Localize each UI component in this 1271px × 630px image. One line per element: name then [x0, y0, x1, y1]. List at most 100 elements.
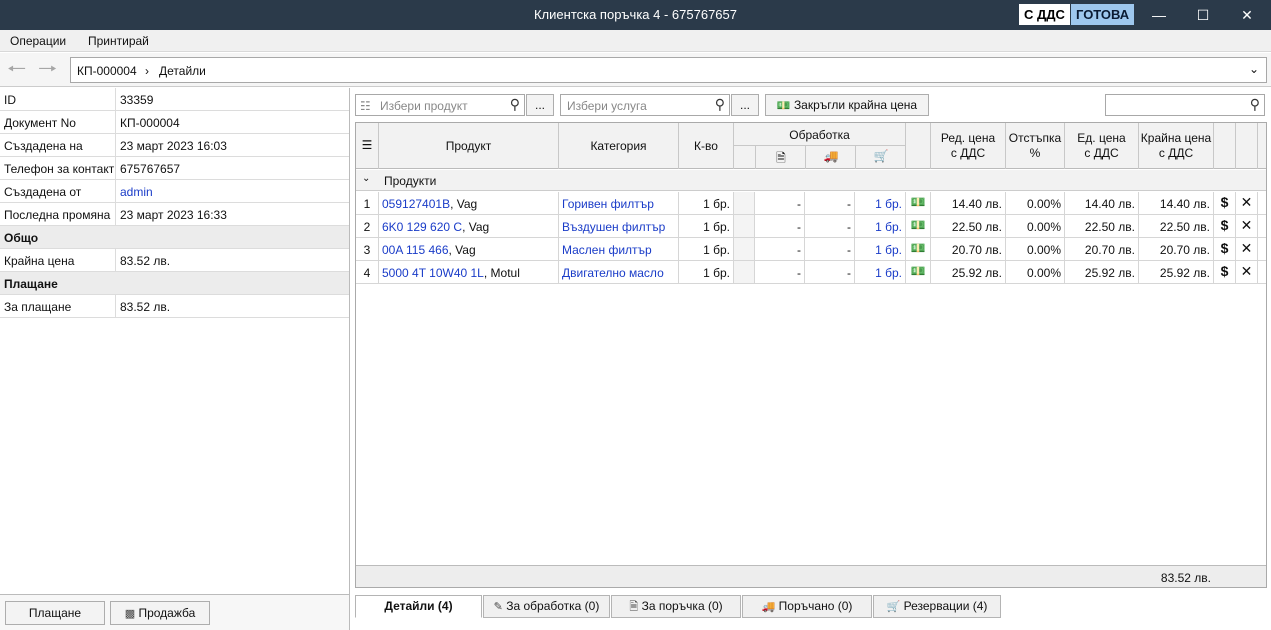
reserved-link[interactable]: 1 бр. — [855, 215, 906, 237]
column-action-icon — [906, 123, 931, 169]
nav-bar: 🠐 🠒 КП-000004 › Детайли ⌄ — [0, 53, 1271, 87]
chevron-down-icon[interactable]: ⌄ — [1249, 62, 1259, 76]
close-icon[interactable]: ✕ — [1224, 0, 1270, 30]
grid-search-input[interactable]: ⚲ — [1105, 94, 1265, 116]
menu-operations[interactable]: Операции — [10, 34, 66, 48]
ordered-cell: - — [805, 238, 855, 260]
column-reg-price[interactable]: Ред. цена с ДДС — [931, 123, 1006, 169]
forward-arrow-icon[interactable]: 🠒 — [38, 58, 57, 80]
dollar-icon[interactable]: $ — [1214, 192, 1236, 214]
sale-button[interactable]: ▩ Продажба — [110, 601, 210, 625]
vat-badge[interactable]: С ДДС — [1019, 4, 1070, 25]
ordered-cell: - — [805, 261, 855, 283]
price-tag-icon[interactable]: 💵 — [906, 238, 931, 260]
pay-button[interactable]: Плащане — [5, 601, 105, 625]
column-unit-price[interactable]: Ед. цена с ДДС — [1065, 123, 1139, 169]
dollar-icon[interactable]: $ — [1214, 238, 1236, 260]
processing-cell: - — [755, 261, 805, 283]
group-row-products[interactable]: ⌄ Продукти — [356, 170, 1266, 191]
column-final-price[interactable]: Крайна цена с ДДС — [1139, 123, 1214, 169]
column-price-action — [1214, 123, 1236, 169]
info-value: 23 март 2023 16:03 — [120, 139, 227, 153]
service-search-input[interactable]: Избери услуга ⚲ — [560, 94, 730, 116]
table-row[interactable]: 2 6K0 129 620 C, Vag Въздушен филтър 1 бр. -… — [356, 215, 1266, 238]
category-link[interactable]: Горивен филтър — [559, 192, 679, 214]
category-link[interactable]: Маслен филтър — [559, 238, 679, 260]
qty-cell: 1 бр. — [679, 261, 734, 283]
products-grid: ☰ Продукт Категория К-во Обработка 🗎 🚚 🛒… — [355, 122, 1267, 588]
minimize-icon[interactable]: — — [1136, 0, 1182, 30]
delete-icon[interactable]: ✕ — [1236, 261, 1258, 283]
reserved-link[interactable]: 1 бр. — [855, 192, 906, 214]
search-icon[interactable]: ⚲ — [715, 96, 725, 113]
column-discount[interactable]: Отстъпка% — [1006, 123, 1065, 169]
creator-link[interactable]: admin — [120, 185, 153, 199]
product-browse-button[interactable]: ... — [526, 94, 554, 116]
tab-reservations[interactable]: 🛒 Резервации (4) — [873, 595, 1001, 618]
price-tag-icon[interactable]: 💵 — [906, 192, 931, 214]
menu-print[interactable]: Принтирай — [88, 34, 149, 48]
search-icon[interactable]: ⚲ — [1250, 96, 1260, 113]
group-label: Продукти — [384, 174, 437, 188]
final-price-cell: 22.50 лв. — [1139, 215, 1214, 237]
info-label: Създадена от — [4, 185, 82, 199]
maximize-icon[interactable]: ☐ — [1180, 0, 1226, 30]
info-value: 675767657 — [120, 162, 181, 176]
round-price-label: Закръгли крайна цена — [793, 98, 918, 112]
details-panel: ID 33359 Документ No КП-000004 Създадена н… — [0, 88, 350, 630]
unit-price-cell: 14.40 лв. — [1065, 192, 1139, 214]
column-qty[interactable]: К-во — [679, 123, 734, 169]
service-browse-button[interactable]: ... — [731, 94, 759, 116]
info-row-final-price: Крайна цена 83.52 лв. — [0, 249, 349, 272]
dollar-icon[interactable]: $ — [1214, 261, 1236, 283]
column-chooser-icon[interactable]: ☰ — [356, 123, 379, 169]
row-number: 2 — [356, 215, 379, 237]
grid-header: ☰ Продукт Категория К-во Обработка 🗎 🚚 🛒… — [356, 123, 1266, 169]
table-row[interactable]: 1 059127401B, Vag Горивен филтър 1 бр. - -1 б… — [356, 192, 1266, 215]
chevron-down-icon[interactable]: ⌄ — [362, 173, 370, 184]
tab-details[interactable]: Детайли (4) — [355, 595, 482, 618]
back-arrow-icon[interactable]: 🠐 — [7, 58, 26, 80]
processing-cell: - — [755, 192, 805, 214]
reservation-icon: 🛒 — [873, 149, 889, 163]
info-label: Телефон за контакт — [4, 162, 115, 176]
discount-cell: 0.00% — [1006, 261, 1065, 283]
products-panel: ☷ Избери продукт ⚲ ... Избери услуга ⚲ .… — [351, 88, 1271, 630]
delete-icon[interactable]: ✕ — [1236, 215, 1258, 237]
product-search-input[interactable]: ☷ Избери продукт ⚲ — [355, 94, 525, 116]
tab-for-order[interactable]: 🗎 За поръчка (0) — [611, 595, 741, 618]
column-category[interactable]: Категория — [559, 123, 679, 169]
price-tag-icon[interactable]: 💵 — [906, 261, 931, 283]
reserved-link[interactable]: 1 бр. — [855, 238, 906, 260]
product-code-link[interactable]: 6K0 129 620 C — [382, 220, 462, 234]
price-tag-icon[interactable]: 💵 — [906, 215, 931, 237]
table-row[interactable]: 3 00A 115 466, Vag Маслен филтър 1 бр. - -1 б… — [356, 238, 1266, 261]
tab-ordered[interactable]: 🚚 Поръчано (0) — [742, 595, 872, 618]
status-badge[interactable]: ГОТОВА — [1071, 4, 1135, 25]
unit-price-cell: 25.92 лв. — [1065, 261, 1139, 283]
reserved-link[interactable]: 1 бр. — [855, 261, 906, 283]
round-price-button[interactable]: 💵 Закръгли крайна цена — [765, 94, 929, 116]
breadcrumb[interactable]: КП-000004 › Детайли ⌄ — [70, 57, 1267, 83]
category-link[interactable]: Въздушен филтър — [559, 215, 679, 237]
breadcrumb-doc[interactable]: КП-000004 — [77, 64, 137, 78]
reg-price-cell: 20.70 лв. — [931, 238, 1006, 260]
delete-icon[interactable]: ✕ — [1236, 238, 1258, 260]
product-code-link[interactable]: 00A 115 466 — [382, 243, 449, 257]
delete-icon[interactable]: ✕ — [1236, 192, 1258, 214]
column-product[interactable]: Продукт — [379, 123, 559, 169]
dollar-icon[interactable]: $ — [1214, 215, 1236, 237]
ordered-icon: 🚚 — [823, 149, 839, 163]
table-row[interactable]: 4 5000 4T 10W40 1L, Motul Двигателно масло… — [356, 261, 1266, 284]
qty-cell: 1 бр. — [679, 215, 734, 237]
info-label: Крайна цена — [4, 254, 75, 268]
product-code-link[interactable]: 5000 4T 10W40 1L — [382, 266, 484, 280]
search-icon[interactable]: ⚲ — [510, 96, 520, 113]
processing-spacer — [734, 238, 755, 260]
product-cell: 059127401B, Vag — [379, 192, 559, 214]
ordered-cell: - — [805, 215, 855, 237]
sale-button-label: Продажба — [138, 606, 196, 620]
tab-for-processing[interactable]: ✎ За обработка (0) — [483, 595, 610, 618]
category-link[interactable]: Двигателно масло — [559, 261, 679, 283]
product-code-link[interactable]: 059127401B — [382, 197, 450, 211]
